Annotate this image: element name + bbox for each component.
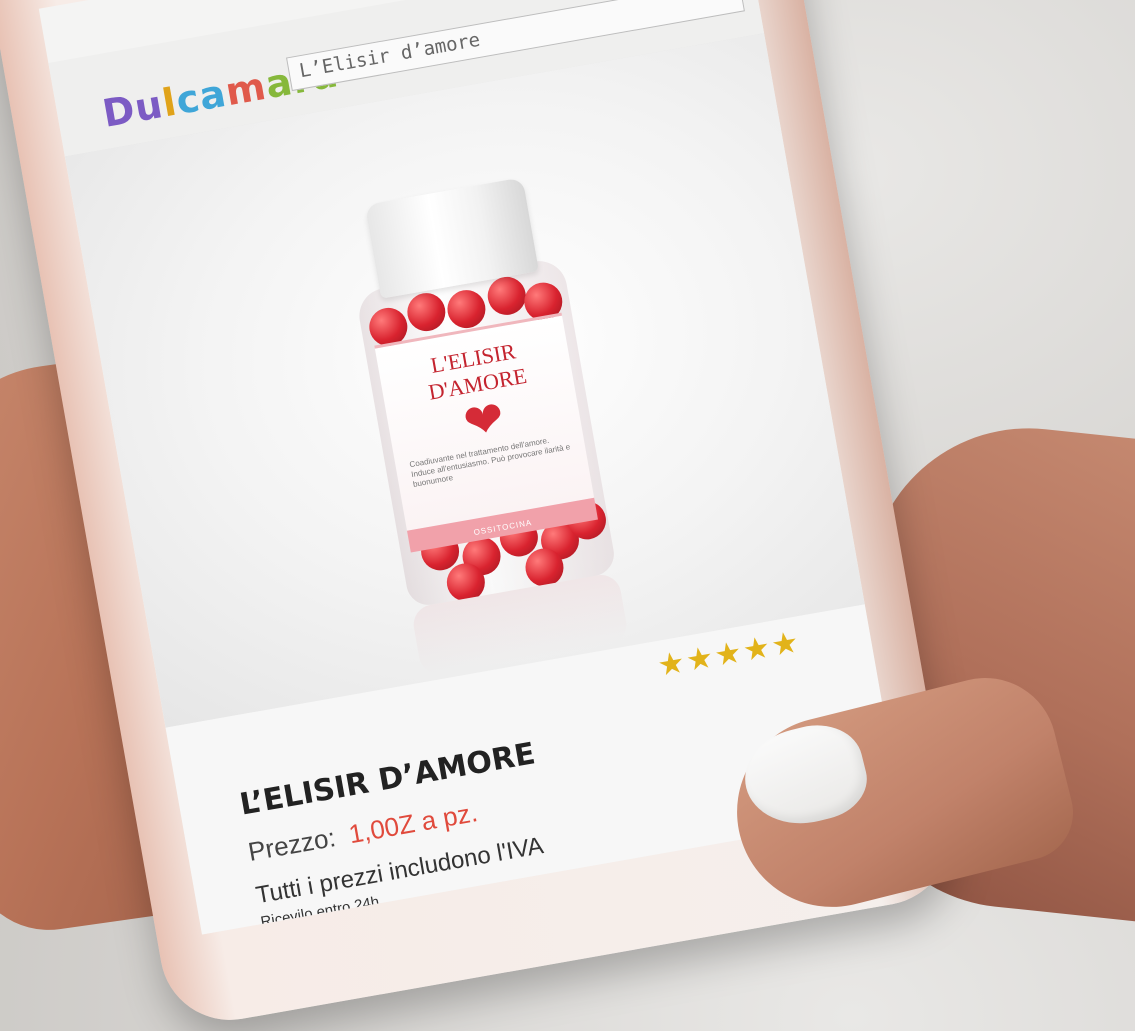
- bottle-jar: L'ELISIR D'AMORE ❤ Coadiuvante nel tratt…: [354, 256, 618, 609]
- logo-part: Du: [99, 82, 167, 136]
- price-label: Prezzo:: [245, 822, 338, 867]
- price-value: 1,00Z a pz.: [346, 797, 480, 850]
- product-image: L'ELISIR D'AMORE ❤ Coadiuvante nel tratt…: [64, 33, 865, 728]
- logo-part: ca: [172, 70, 230, 123]
- bottle-label: L'ELISIR D'AMORE ❤ Coadiuvante nel tratt…: [374, 312, 598, 553]
- product-title: L’ELISIR D’AMORE: [237, 736, 538, 823]
- secondary-button[interactable]: [354, 911, 500, 935]
- pill-bottle: L'ELISIR D'AMORE ❤ Coadiuvante nel tratt…: [340, 173, 618, 609]
